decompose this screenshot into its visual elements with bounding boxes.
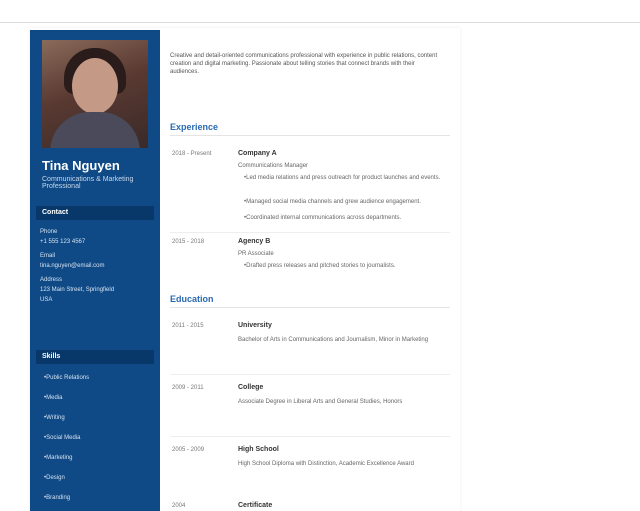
entry-date: 2011 - 2015 bbox=[172, 323, 204, 329]
entry-organization: High School bbox=[238, 446, 279, 453]
entry-date: 2005 - 2009 bbox=[172, 447, 205, 453]
entry-divider bbox=[170, 374, 450, 375]
profile-role: Communications & Marketing Professional bbox=[42, 176, 134, 190]
contact-line: +1 555 123 4567 bbox=[40, 239, 86, 245]
contact-line: Phone bbox=[40, 229, 58, 235]
entry-bullet: Coordinated internal communications acro… bbox=[244, 214, 449, 222]
entry-organization: College bbox=[238, 384, 264, 391]
contact-line: Email bbox=[40, 253, 56, 259]
entry-divider bbox=[170, 232, 450, 233]
entry-divider bbox=[170, 436, 450, 437]
entry-date: 2015 - 2018 bbox=[172, 239, 205, 245]
entry-organization: Agency B bbox=[238, 238, 271, 245]
browser-top-bar bbox=[0, 0, 640, 23]
entry-organization: University bbox=[238, 322, 272, 329]
profile-name: Tina Nguyen bbox=[42, 158, 120, 173]
entry-organization: Company A bbox=[238, 150, 277, 157]
skill-item: Marketing bbox=[44, 454, 158, 463]
skill-item: Public Relations bbox=[44, 374, 158, 383]
entry-bullet: Managed social media channels and grew a… bbox=[244, 198, 449, 206]
contact-line: 123 Main Street, Springfield bbox=[40, 287, 115, 293]
entry-date: 2004 bbox=[172, 503, 186, 509]
intro-summary: Creative and detail-oriented communicati… bbox=[170, 53, 438, 75]
contact-line[interactable]: tina.nguyen@email.com bbox=[40, 262, 154, 271]
experience-section-title: Experience bbox=[170, 122, 450, 136]
entry-description: Associate Degree in Liberal Arts and Gen… bbox=[238, 399, 403, 405]
skill-item: Design bbox=[44, 474, 158, 483]
entry-date: 2009 - 2011 bbox=[172, 385, 204, 391]
resume-sidebar: Tina Nguyen Communications & Marketing P… bbox=[30, 30, 160, 511]
photo-body-shape bbox=[50, 112, 140, 148]
skill-item: Media bbox=[44, 394, 158, 403]
photo-face-shape bbox=[72, 58, 118, 114]
education-section-title: Education bbox=[170, 294, 450, 308]
entry-description: High School Diploma with Distinction, Ac… bbox=[238, 461, 414, 467]
skill-item: Social Media bbox=[44, 434, 158, 443]
contact-heading: Contact bbox=[36, 206, 154, 220]
skill-item: Branding bbox=[44, 494, 158, 503]
contact-line: Address bbox=[40, 277, 63, 283]
entry-description: Bachelor of Arts in Communications and J… bbox=[238, 337, 429, 343]
entry-description: Communications Manager bbox=[238, 163, 309, 169]
entry-organization: Certificate bbox=[238, 502, 273, 509]
profile-photo bbox=[42, 40, 148, 148]
skills-heading: Skills bbox=[36, 350, 154, 364]
contact-line: USA bbox=[40, 297, 53, 303]
entry-bullet: Led media relations and press outreach f… bbox=[244, 174, 449, 182]
entry-description: PR Associate bbox=[238, 251, 274, 257]
entry-bullet: Drafted press releases and pitched stori… bbox=[244, 262, 449, 270]
skill-item: Writing bbox=[44, 414, 158, 423]
entry-date: 2018 - Present bbox=[172, 151, 212, 157]
